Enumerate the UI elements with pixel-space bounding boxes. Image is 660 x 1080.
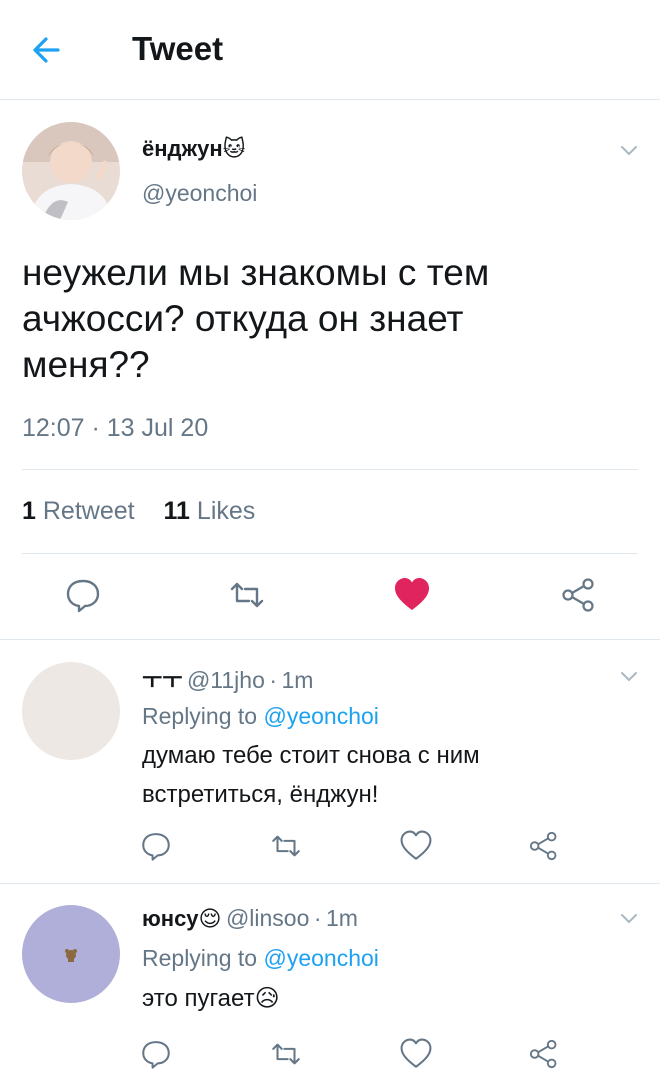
tweet-stats: 1 Retweet 11 Likes	[22, 497, 255, 526]
reply-menu-chevron-down-icon[interactable]	[616, 666, 642, 686]
reply-icon[interactable]	[136, 1034, 176, 1074]
top-bar: Tweet	[0, 0, 660, 100]
cat-emoji: 🐱	[222, 136, 246, 161]
likes-label: Likes	[196, 497, 256, 525]
like-heart-icon[interactable]	[396, 826, 436, 866]
replying-to: Replying to @yeonchoi	[142, 945, 379, 972]
retweet-stat[interactable]: 1 Retweet	[22, 497, 135, 525]
tweet-menu-chevron-down-icon[interactable]	[616, 140, 642, 160]
reply-avatar[interactable]	[22, 662, 120, 760]
tweet-timestamp[interactable]: 12:07 · 13 Jul 20	[22, 414, 208, 443]
retweet-label: Retweet	[42, 497, 135, 525]
divider	[0, 639, 660, 640]
reply-header: ㅜㅜ @11jho · 1m	[142, 663, 313, 695]
reply-handle[interactable]: @11jho	[187, 667, 265, 693]
divider	[22, 553, 638, 554]
relieved-emoji: 😌	[198, 906, 222, 931]
retweet-count: 1	[22, 497, 36, 525]
reply-icon[interactable]	[136, 826, 176, 866]
reply-time: 1m	[325, 905, 358, 931]
reply-icon[interactable]	[60, 572, 106, 618]
reply-author-name[interactable]: ㅜㅜ	[142, 668, 182, 693]
reply-text: думаю тебе стоит снова с ним встретиться…	[142, 742, 480, 808]
divider	[0, 883, 660, 884]
retweet-icon[interactable]	[266, 826, 306, 866]
author-name-text: ёнджун	[142, 136, 223, 161]
retweet-icon[interactable]	[266, 1034, 306, 1074]
share-icon[interactable]	[524, 1034, 564, 1074]
reply-text-content: это пугает	[142, 985, 255, 1012]
author-handle[interactable]: @yeonchoi	[142, 180, 257, 207]
dot-separator: ·	[313, 905, 322, 931]
reply-author-name-text: юнсу	[142, 906, 199, 931]
share-icon[interactable]	[556, 572, 602, 618]
reply-text: это пугает😥	[142, 979, 612, 1018]
replying-to-label: Replying to	[142, 945, 258, 971]
like-heart-icon[interactable]	[396, 1034, 436, 1074]
reply-header: юнсу😌 @linsoo · 1m	[142, 905, 358, 932]
replying-to: Replying to @yeonchoi	[142, 703, 379, 730]
share-icon[interactable]	[524, 826, 564, 866]
replying-to-label: Replying to	[142, 703, 258, 729]
tweet-text: неужели мы знакомы с тем ачжосси? откуда…	[22, 252, 490, 385]
replying-to-link[interactable]: @yeonchoi	[263, 945, 378, 971]
replying-to-link[interactable]: @yeonchoi	[263, 703, 378, 729]
divider	[22, 469, 638, 470]
likes-stat[interactable]: 11 Likes	[164, 497, 256, 525]
page-title: Tweet	[132, 30, 224, 67]
reply-avatar[interactable]	[22, 905, 120, 1003]
reply-author-name[interactable]: юнсу😌	[142, 906, 221, 931]
likes-count: 11	[163, 497, 190, 525]
reply-time: 1m	[281, 667, 314, 693]
back-arrow-icon[interactable]	[22, 26, 78, 74]
reply-menu-chevron-down-icon[interactable]	[616, 908, 642, 928]
sad-emoji: 😥	[254, 985, 280, 1012]
like-heart-icon[interactable]	[389, 572, 435, 618]
reply-handle[interactable]: @linsoo	[226, 905, 309, 931]
retweet-icon[interactable]	[224, 572, 270, 618]
author-name[interactable]: ёнджун🐱	[142, 136, 246, 162]
dot-separator: ·	[269, 667, 277, 693]
author-avatar[interactable]	[22, 122, 120, 220]
